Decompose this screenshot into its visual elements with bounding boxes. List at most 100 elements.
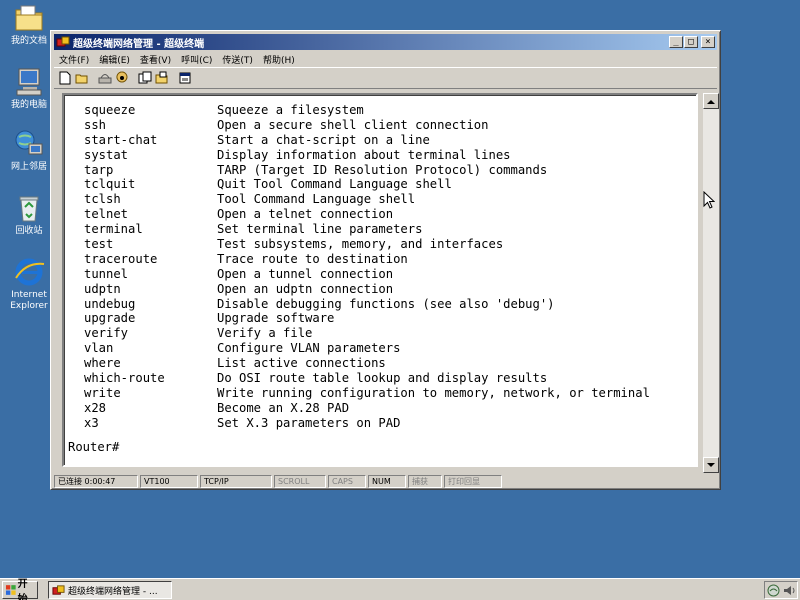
maximize-button[interactable]: □: [684, 36, 698, 48]
command-description: Disable debugging functions (see also 'd…: [217, 296, 555, 311]
command-name: tclquit: [84, 177, 136, 192]
menu-call[interactable]: 呼叫(C): [176, 53, 217, 66]
command-description: Quit Tool Command Language shell: [217, 177, 452, 192]
status-bar: 已连接 0:00:47 VT100 TCP/IP SCROLL CAPS NUM…: [54, 474, 717, 488]
properties-button[interactable]: [113, 70, 130, 87]
command-description: Open a secure shell client connection: [217, 117, 489, 132]
scroll-status: SCROLL: [274, 474, 326, 488]
start-button[interactable]: 开始: [2, 579, 38, 600]
command-description: Set X.3 parameters on PAD: [217, 415, 401, 430]
new-connection-button[interactable]: [56, 70, 73, 87]
window-title: 超级终端网络管理 - 超级终端: [73, 38, 205, 50]
command-name: write: [84, 385, 121, 400]
command-row: verify Verify a file: [84, 326, 650, 341]
arrow-up-icon: [707, 99, 715, 104]
command-name: squeeze: [84, 103, 136, 117]
minimize-button[interactable]: _: [669, 36, 683, 48]
command-name: where: [84, 356, 121, 371]
command-name: traceroute: [84, 251, 158, 266]
command-row: systat Display information about terminal…: [84, 148, 650, 163]
mouse-cursor-icon: [703, 191, 715, 209]
terminal-screen[interactable]: squeeze Squeeze a filesystem ssh Open a sec…: [62, 93, 698, 467]
capture-status: 捕获: [408, 474, 442, 488]
connection-time-status: 已连接 0:00:47: [54, 474, 138, 488]
command-row: tclsh Tool Command Language shell: [84, 192, 650, 207]
menu-transfer[interactable]: 传送(T): [217, 53, 258, 66]
command-description: Upgrade software: [217, 311, 335, 326]
command-description: Do OSI route table lookup and display re…: [217, 371, 548, 386]
settings-button[interactable]: [176, 70, 193, 87]
command-description: Set terminal line parameters: [217, 222, 423, 237]
command-row: start-chat Start a chat-script on a line: [84, 133, 650, 148]
scroll-up-button[interactable]: [703, 93, 719, 109]
print-echo-status: 打印回显: [444, 474, 502, 488]
command-list: squeeze Squeeze a filesystem ssh Open a sec…: [84, 103, 650, 431]
desktop-icon-label: 回收站: [15, 226, 43, 236]
caps-status: CAPS: [328, 474, 366, 488]
command-row: where List active connections: [84, 356, 650, 371]
command-description: Trace route to destination: [217, 251, 408, 266]
menu-edit[interactable]: 编辑(E): [94, 53, 135, 66]
hyperterminal-app-icon: [56, 36, 70, 47]
start-label: 开始: [17, 579, 28, 600]
arrow-down-icon: [707, 462, 715, 467]
recycle-bin-icon: [19, 196, 39, 222]
command-description: Test subsystems, memory, and interfaces: [217, 237, 504, 252]
command-description: Tool Command Language shell: [217, 192, 416, 207]
menu-bar: 文件(F) 编辑(E) 查看(V) 呼叫(C) 传送(T) 帮助(H): [54, 51, 717, 67]
network-status-icon[interactable]: [767, 584, 780, 597]
protocol-status: TCP/IP: [200, 474, 272, 488]
command-description: Start a chat-script on a line: [217, 132, 430, 147]
desktop-icon-label: 我的电脑: [10, 100, 47, 110]
close-button[interactable]: ×: [701, 36, 715, 48]
command-name: x28: [84, 400, 107, 415]
taskbar-button-hyperterminal[interactable]: 超级终端网络管理 - ...: [48, 581, 172, 599]
vertical-scrollbar[interactable]: [703, 93, 719, 473]
command-name: tunnel: [84, 266, 129, 281]
disconnect-button[interactable]: [96, 70, 113, 87]
menu-file[interactable]: 文件(F): [54, 53, 94, 66]
router-prompt: Router#: [68, 440, 120, 454]
command-row: which-route Do OSI route table lookup and…: [84, 371, 650, 386]
command-description: Squeeze a filesystem: [217, 103, 364, 117]
settings-icon: [179, 72, 190, 84]
send-button[interactable]: [136, 70, 153, 87]
command-row: telnet Open a telnet connection: [84, 207, 650, 222]
command-description: TARP (Target ID Resolution Protocol) com…: [217, 162, 548, 177]
command-name: which-route: [84, 371, 165, 386]
volume-icon[interactable]: [783, 584, 796, 597]
command-description: Display information about terminal lines: [217, 147, 511, 162]
network-icon: [15, 130, 43, 155]
command-name: tclsh: [84, 192, 121, 207]
command-row: tclquit Quit Tool Command Language shell: [84, 177, 650, 192]
desktop-icon-label: 我的文档: [10, 36, 47, 46]
command-description: Write running configuration to memory, n…: [217, 385, 650, 400]
menu-help[interactable]: 帮助(H): [258, 53, 300, 66]
command-name: upgrade: [84, 311, 136, 326]
hyperterminal-app-icon: [52, 584, 65, 595]
command-row: undebug Disable debugging functions (see …: [84, 297, 650, 312]
command-row: terminal Set terminal line parameters: [84, 222, 650, 237]
menu-view[interactable]: 查看(V): [135, 53, 176, 66]
command-name: systat: [84, 147, 129, 162]
num-status: NUM: [368, 474, 406, 488]
command-name: tarp: [84, 162, 114, 177]
window-titlebar[interactable]: 超级终端网络管理 - 超级终端 _ □ ×: [54, 34, 717, 50]
taskbar-button-label: 超级终端网络管理 - ...: [68, 586, 158, 597]
command-description: List active connections: [217, 356, 386, 371]
windows-logo-icon: [5, 585, 16, 595]
command-row: x28 Become an X.28 PAD: [84, 401, 650, 416]
command-row: write Write running configuration to memo…: [84, 386, 650, 401]
receive-button[interactable]: [153, 70, 170, 87]
command-description: Open a telnet connection: [217, 207, 394, 222]
command-row: tunnel Open a tunnel connection: [84, 267, 650, 282]
properties-icon: [115, 71, 127, 83]
command-name: ssh: [84, 117, 107, 132]
new-icon: [59, 71, 70, 85]
command-name: terminal: [84, 222, 143, 237]
command-row: upgrade Upgrade software: [84, 311, 650, 326]
open-button[interactable]: [73, 70, 90, 87]
scroll-down-button[interactable]: [703, 457, 719, 473]
command-row: test Test subsystems, memory, and interfa…: [84, 237, 650, 252]
command-row: vlan Configure VLAN parameters: [84, 341, 650, 356]
